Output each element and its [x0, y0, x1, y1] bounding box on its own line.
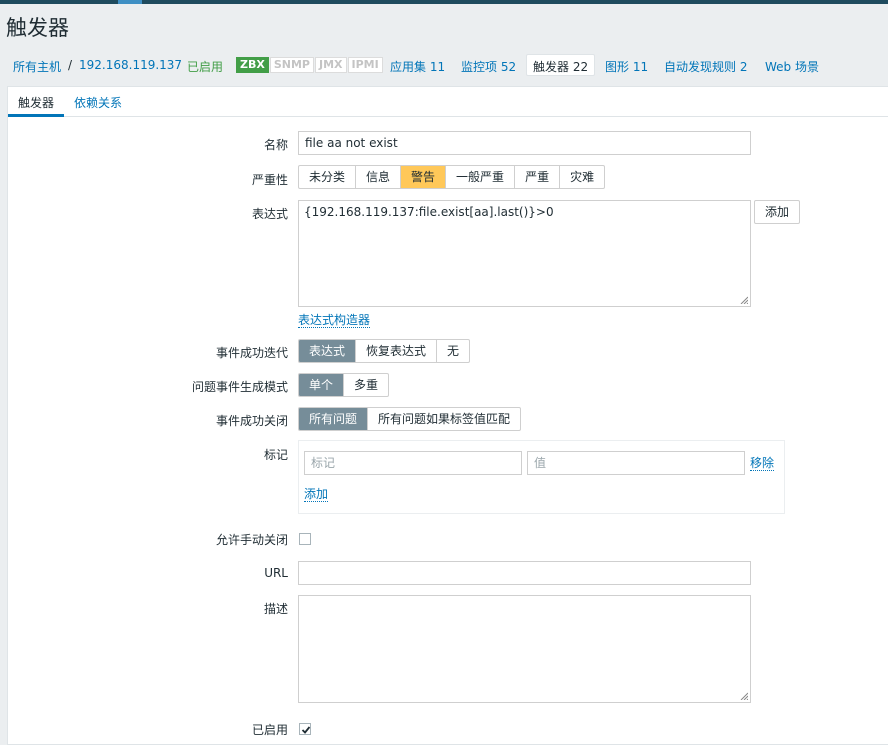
description-label: 描述	[263, 602, 288, 616]
tag-remove-link[interactable]: 移除	[750, 456, 775, 471]
ok-close-selector: 所有问题 所有问题如果标签值匹配	[298, 407, 522, 431]
ok-close-all-problems[interactable]: 所有问题	[299, 408, 369, 430]
enabled-checkbox[interactable]	[299, 723, 311, 735]
web-scenarios-link[interactable]: Web 场景	[765, 58, 819, 75]
tab-active-underline	[8, 114, 64, 117]
trigger-form-panel: 触发器 依赖关系 名称 file aa not exist 严重性 未分类 信息…	[7, 86, 888, 745]
url-input[interactable]	[298, 561, 751, 585]
ok-event-selector: 表达式 恢复表达式 无	[298, 339, 471, 363]
tag-value-input[interactable]: 值	[527, 451, 745, 475]
host-navigation-bar: 所有主机 / 192.168.119.137 已启用 ZBX SNMP JMX …	[0, 52, 888, 78]
ok-event-label: 事件成功迭代	[215, 346, 288, 360]
url-label: URL	[264, 566, 288, 580]
items-link[interactable]: 监控项 52	[461, 58, 516, 75]
badge-snmp: SNMP	[269, 57, 314, 73]
severity-selector: 未分类 信息 警告 一般严重 严重 灾难	[298, 165, 606, 189]
checkmark-icon	[301, 726, 311, 734]
expression-textarea[interactable]: {192.168.119.137:file.exist[aa].last()}>…	[298, 200, 751, 307]
host-status-enabled[interactable]: 已启用	[187, 58, 223, 75]
graphs-link[interactable]: 图形 11	[605, 58, 648, 75]
severity-not-classified[interactable]: 未分类	[299, 166, 357, 188]
severity-warning[interactable]: 警告	[401, 166, 447, 188]
tag-name-input[interactable]: 标记	[304, 451, 522, 475]
name-label: 名称	[263, 138, 288, 152]
badge-ipmi: IPMI	[347, 57, 383, 73]
enabled-label: 已启用	[251, 723, 288, 737]
ok-event-expression[interactable]: 表达式	[299, 340, 357, 362]
resize-grip-icon[interactable]	[740, 296, 748, 304]
name-input[interactable]: file aa not exist	[298, 131, 751, 155]
applications-link[interactable]: 应用集 11	[390, 58, 445, 75]
expression-text: {192.168.119.137:file.exist[aa].last()}>…	[304, 205, 554, 219]
ok-close-label: 事件成功关闭	[215, 414, 288, 428]
ok-close-tag-match[interactable]: 所有问题如果标签值匹配	[368, 408, 520, 430]
problem-mode-label: 问题事件生成模式	[191, 380, 288, 394]
problem-mode-multiple[interactable]: 多重	[344, 374, 388, 396]
severity-average[interactable]: 一般严重	[446, 166, 516, 188]
problem-mode-single[interactable]: 单个	[299, 374, 345, 396]
page-title: 触发器	[6, 16, 69, 40]
ok-event-none[interactable]: 无	[437, 340, 469, 362]
manual-close-label: 允许手动关闭	[215, 533, 288, 547]
triggers-current-tab[interactable]: 触发器 22	[526, 54, 596, 76]
top-header-active-indicator	[118, 0, 142, 4]
description-textarea[interactable]	[298, 595, 751, 703]
tags-label: 标记	[263, 448, 288, 462]
badge-zbx: ZBX	[236, 57, 269, 73]
severity-high[interactable]: 严重	[515, 166, 561, 188]
tab-dependencies[interactable]: 依赖关系	[74, 94, 122, 111]
expression-add-button[interactable]: 添加	[754, 200, 801, 224]
tab-trigger[interactable]: 触发器	[18, 94, 54, 111]
expression-constructor-link[interactable]: 表达式构造器	[298, 313, 371, 328]
problem-mode-selector: 单个 多重	[298, 373, 390, 397]
severity-disaster[interactable]: 灾难	[560, 166, 604, 188]
manual-close-checkbox[interactable]	[299, 533, 311, 545]
tag-add-link[interactable]: 添加	[304, 487, 329, 502]
ok-event-recovery-expression[interactable]: 恢复表达式	[356, 340, 438, 362]
badge-jmx: JMX	[314, 57, 347, 73]
tags-container: 标记 值 移除 添加	[298, 440, 785, 514]
breadcrumb-separator: /	[68, 58, 73, 72]
top-header-bar	[0, 0, 888, 4]
description-resize-grip-icon[interactable]	[740, 692, 748, 700]
host-link[interactable]: 192.168.119.137	[79, 58, 182, 72]
severity-label: 严重性	[251, 173, 288, 187]
availability-badges: ZBX SNMP JMX IPMI	[236, 57, 384, 73]
severity-information[interactable]: 信息	[356, 166, 402, 188]
discovery-rules-link[interactable]: 自动发现规则 2	[664, 58, 747, 75]
form-tabs: 触发器 依赖关系	[8, 87, 888, 117]
expression-label: 表达式	[251, 207, 288, 221]
all-hosts-link[interactable]: 所有主机	[13, 58, 61, 75]
